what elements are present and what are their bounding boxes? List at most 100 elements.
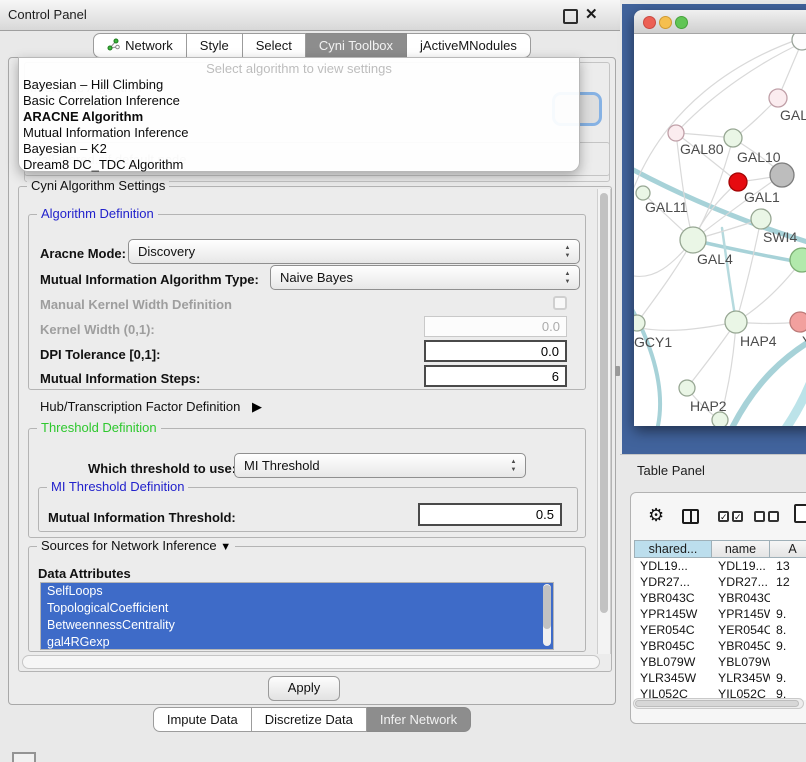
deselect-all-checkbox-icon-2[interactable] <box>768 511 779 522</box>
algorithm-popup-items: Bayesian – Hill ClimbingBasic Correlatio… <box>19 77 579 173</box>
network-node[interactable] <box>725 311 747 333</box>
attribute-item-selfloops[interactable]: SelfLoops <box>41 583 553 600</box>
select-all-checkbox-icon-1[interactable]: ✓ <box>718 511 729 522</box>
network-node[interactable] <box>712 412 728 426</box>
select-all-checkbox-icon-2[interactable]: ✓ <box>732 511 743 522</box>
table-row[interactable]: YBL079WYBL079W <box>634 654 806 670</box>
table-row[interactable]: YLR345WYLR345W9. <box>634 670 806 686</box>
node-label-gal80: GAL80 <box>680 141 724 157</box>
network-graph[interactable]: GALGAL80GAL10GAL11GAL1SWI4GAL4GCY1HAP4YH… <box>634 34 806 426</box>
columns-icon[interactable] <box>682 509 699 524</box>
attribute-list-scrollbar[interactable] <box>543 584 551 646</box>
table-row[interactable]: YBR045CYBR045C9. <box>634 638 806 654</box>
gear-icon[interactable]: ⚙ <box>648 505 664 526</box>
collapse-right-icon[interactable]: ▶ <box>252 399 262 414</box>
algorithm-option-bayesian-k2[interactable]: Bayesian – K2 <box>19 141 579 157</box>
network-node[interactable] <box>790 312 806 332</box>
settings-vertical-scrollbar[interactable] <box>597 189 611 654</box>
table-row[interactable]: YDR27...YDR27...12 <box>634 574 806 590</box>
settings-scrollbar-thumb[interactable] <box>600 193 608 613</box>
tab-network[interactable]: Network <box>93 33 187 58</box>
spinner-arrows-icon: ▲▼ <box>563 270 572 286</box>
close-icon[interactable]: ✕ <box>585 5 598 23</box>
zoom-traffic-light-icon[interactable] <box>675 16 688 29</box>
tab-cyni-toolbox[interactable]: Cyni Toolbox <box>306 33 407 58</box>
bottom-tab-impute-data[interactable]: Impute Data <box>153 707 252 732</box>
node-label-y: Y <box>802 333 806 349</box>
float-panel-icon[interactable] <box>563 9 578 24</box>
network-canvas[interactable]: GALGAL80GAL10GAL11GAL1SWI4GAL4GCY1HAP4YH… <box>634 34 806 426</box>
table-row[interactable]: YDL19...YDL19...13 <box>634 558 806 574</box>
apply-button[interactable]: Apply <box>268 676 340 701</box>
mi-steps-field[interactable]: 6 <box>424 365 567 387</box>
network-node[interactable] <box>769 89 787 107</box>
column-header-a[interactable]: A <box>770 540 806 558</box>
which-threshold-combobox[interactable]: MI Threshold ▲▼ <box>234 453 526 478</box>
table-cell: 12 <box>770 574 806 590</box>
bottom-tab-infer-network[interactable]: Infer Network <box>367 707 471 732</box>
splitter-handle[interactable] <box>615 366 620 376</box>
table-row[interactable]: YBR043CYBR043C <box>634 590 806 606</box>
algorithm-option-dream8-dc-tdc-algorithm[interactable]: Dream8 DC_TDC Algorithm <box>19 157 579 173</box>
network-icon <box>107 38 120 54</box>
network-node[interactable] <box>668 125 684 141</box>
tab-jactivemnodules[interactable]: jActiveMNodules <box>407 33 531 58</box>
network-node[interactable] <box>680 227 706 253</box>
deselect-all-checkbox-icon-1[interactable] <box>754 511 765 522</box>
expand-down-icon[interactable]: ▼ <box>220 541 231 553</box>
network-node[interactable] <box>636 186 650 200</box>
network-node[interactable] <box>770 163 794 187</box>
table-cell: YBR043C <box>634 590 712 606</box>
algorithm-option-aracne-algorithm[interactable]: ARACNE Algorithm <box>19 109 579 125</box>
tab-select[interactable]: Select <box>243 33 306 58</box>
network-view-window[interactable]: GALGAL80GAL10GAL11GAL1SWI4GAL4GCY1HAP4YH… <box>634 10 806 426</box>
table-horizontal-scrollbar[interactable] <box>633 698 804 709</box>
column-header-name[interactable]: name <box>712 540 770 558</box>
network-node[interactable] <box>751 209 771 229</box>
network-node[interactable] <box>790 248 806 272</box>
network-window-titlebar[interactable] <box>634 10 806 34</box>
bottom-tab-discretize-data[interactable]: Discretize Data <box>252 707 367 732</box>
table-row[interactable]: YPR145WYPR145W9. <box>634 606 806 622</box>
network-node[interactable] <box>792 34 806 50</box>
minimize-traffic-light-icon[interactable] <box>659 16 672 29</box>
export-table-icon[interactable] <box>794 504 806 523</box>
table-scrollbar-thumb[interactable] <box>635 700 799 707</box>
hub-definition-toggle[interactable]: Hub/Transcription Factor Definition ▶ <box>40 399 262 415</box>
minimized-panel-icon[interactable] <box>12 752 36 762</box>
kernel-width-field[interactable]: 0.0 <box>424 316 567 337</box>
mi-threshold-field[interactable]: 0.5 <box>418 503 562 526</box>
network-edge[interactable] <box>722 228 736 322</box>
attribute-item-betweennesscentrality[interactable]: BetweennessCentrality <box>41 617 553 634</box>
algorithm-definition-title: Algorithm Definition <box>37 206 158 221</box>
table-header-row: shared...nameA <box>634 540 806 558</box>
manual-kernel-checkbox[interactable] <box>553 296 567 310</box>
tab-jactivemnodules-label: jActiveMNodules <box>420 38 517 53</box>
attribute-item-topologicalcoefficient[interactable]: TopologicalCoefficient <box>41 600 553 617</box>
network-node[interactable] <box>724 129 742 147</box>
network-edge[interactable] <box>634 322 736 330</box>
algorithm-option-bayesian-hill-climbing[interactable]: Bayesian – Hill Climbing <box>19 77 579 93</box>
attribute-item-gal4rgexp[interactable]: gal4RGexp <box>41 634 553 650</box>
table-row[interactable]: YER054CYER054C8. <box>634 622 806 638</box>
tab-style[interactable]: Style <box>187 33 243 58</box>
mi-threshold-definition-title: MI Threshold Definition <box>47 479 188 494</box>
algorithm-option-basic-correlation-inference[interactable]: Basic Correlation Inference <box>19 93 579 109</box>
algorithm-option-mutual-information-inference[interactable]: Mutual Information Inference <box>19 125 579 141</box>
close-traffic-light-icon[interactable] <box>643 16 656 29</box>
algorithm-placeholder-item[interactable]: Select algorithm to view settings <box>19 60 579 77</box>
data-attributes-list[interactable]: SelfLoopsTopologicalCoefficientBetweenne… <box>40 582 554 650</box>
network-edge[interactable] <box>637 240 693 323</box>
aracne-mode-combobox[interactable]: Discovery ▲▼ <box>128 239 580 264</box>
settings-horizontal-scrollbar[interactable] <box>22 655 600 669</box>
network-edge[interactable] <box>736 260 802 322</box>
network-node[interactable] <box>634 315 645 331</box>
attribute-list-scrollbar-thumb[interactable] <box>543 585 551 629</box>
column-header-shared[interactable]: shared... <box>634 540 712 558</box>
network-edge[interactable] <box>687 322 736 388</box>
dpi-tolerance-field[interactable]: 0.0 <box>424 340 567 362</box>
mi-type-combobox[interactable]: Naive Bayes ▲▼ <box>270 265 580 290</box>
sources-title[interactable]: Sources for Network Inference ▼ <box>37 538 235 553</box>
table-cell: YBL079W <box>634 654 712 670</box>
network-node[interactable] <box>679 380 695 396</box>
